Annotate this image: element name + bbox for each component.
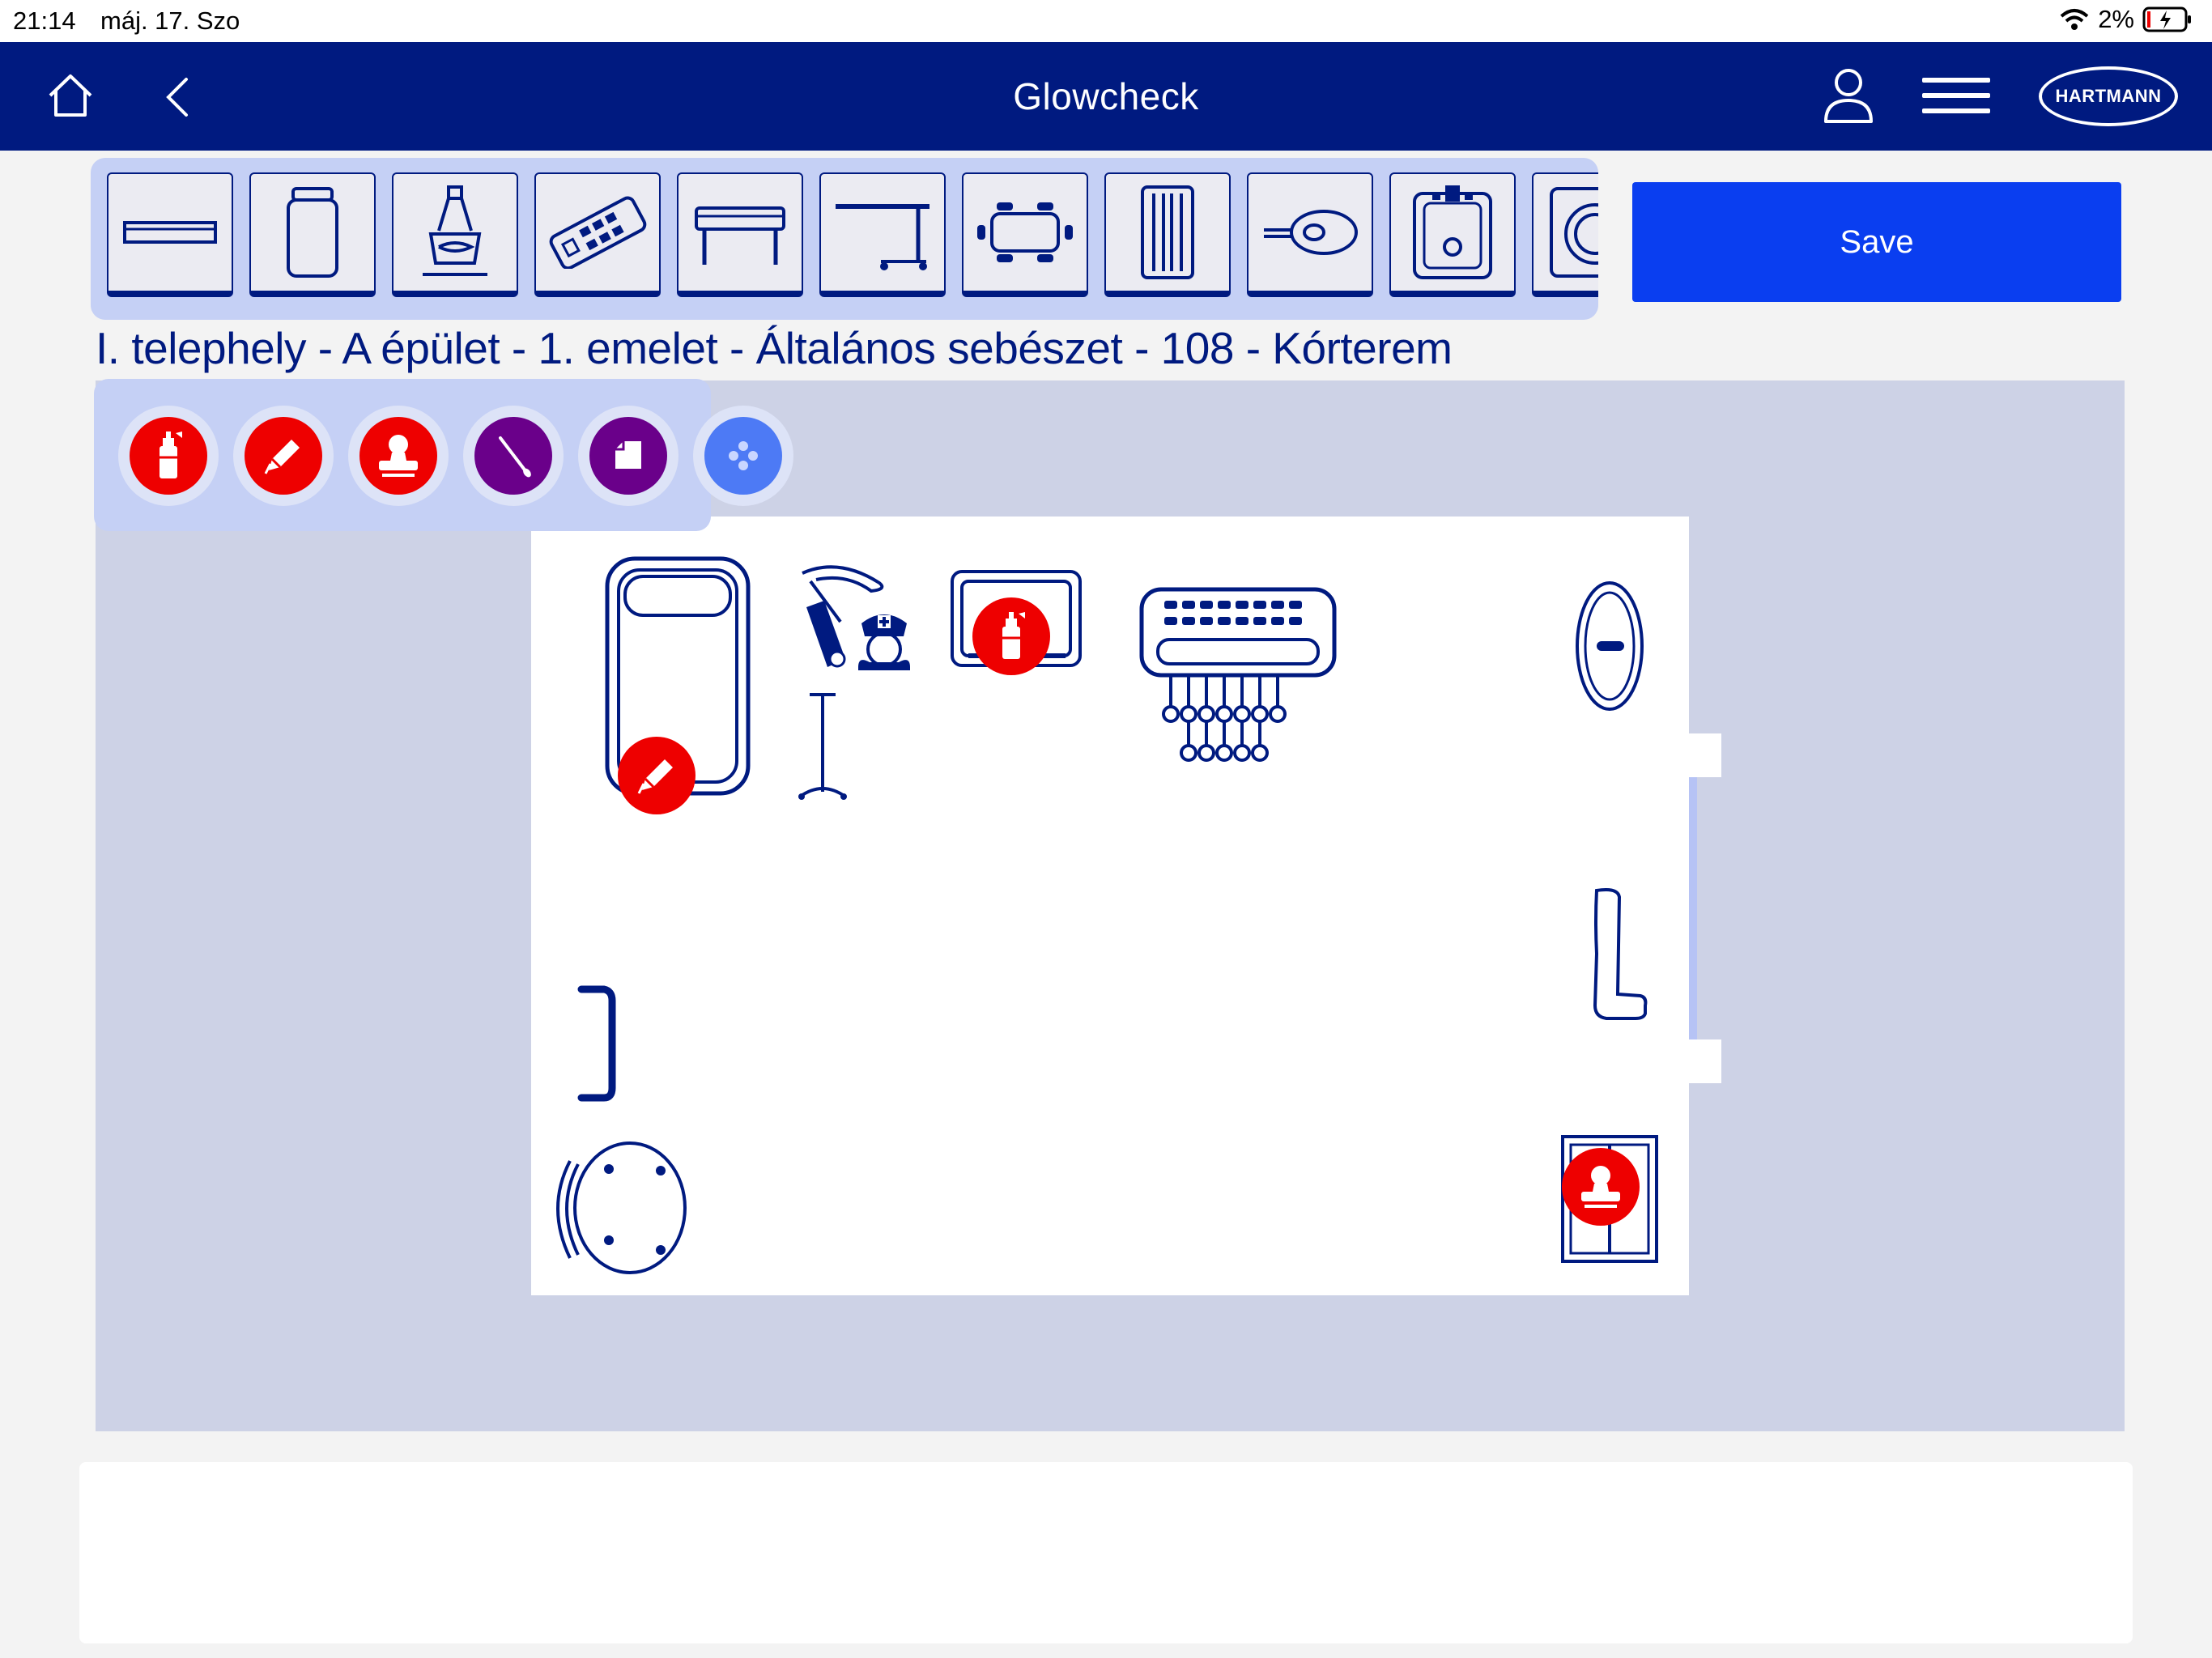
object-palette bbox=[91, 158, 1598, 320]
battery-charging-icon bbox=[2142, 6, 2191, 32]
location-breadcrumb: I. telephely - A épület - 1. emelet - Ál… bbox=[96, 323, 1453, 373]
status-time: 21:14 bbox=[13, 6, 76, 35]
pencil-icon bbox=[264, 440, 300, 474]
marker-pencil[interactable] bbox=[618, 737, 696, 814]
trolley-table-icon bbox=[836, 204, 929, 270]
room-objects bbox=[556, 556, 1658, 1274]
wifi-icon bbox=[2060, 9, 2089, 30]
mirror-object[interactable] bbox=[1576, 581, 1644, 711]
sink-icon bbox=[1413, 185, 1492, 279]
palette-item-bench[interactable] bbox=[677, 172, 803, 297]
iv-stand-object[interactable] bbox=[798, 693, 847, 800]
room-floor-plan[interactable] bbox=[531, 517, 1689, 1295]
swab-icon bbox=[499, 436, 531, 478]
pencil-icon bbox=[637, 759, 673, 794]
spray-icon bbox=[160, 432, 182, 478]
battery-percent: 2% bbox=[2098, 5, 2134, 33]
remote-control-icon bbox=[549, 196, 647, 269]
palette-item-washer[interactable] bbox=[1532, 172, 1598, 297]
palette-item-faucet[interactable] bbox=[392, 172, 518, 297]
palette-item-hand-dryer[interactable] bbox=[1247, 172, 1373, 297]
hand-dryer-icon bbox=[1264, 210, 1358, 255]
coat-rack-object[interactable] bbox=[1139, 587, 1337, 762]
lamp-object[interactable] bbox=[802, 565, 884, 668]
tool-more[interactable] bbox=[693, 406, 793, 506]
marker-spray[interactable] bbox=[972, 597, 1050, 675]
dots-icon bbox=[729, 441, 758, 470]
hartmann-logo: HARTMANN bbox=[2039, 66, 2178, 126]
palette-item-dining-table[interactable] bbox=[962, 172, 1088, 297]
armchair-object[interactable] bbox=[1593, 888, 1648, 1020]
status-indicators: 2% bbox=[2059, 5, 2193, 34]
tool-pencil[interactable] bbox=[233, 406, 334, 506]
palette-item-radiator[interactable] bbox=[1104, 172, 1231, 297]
stamp-icon bbox=[1581, 1166, 1620, 1208]
dining-table-icon bbox=[977, 202, 1073, 262]
bench-icon bbox=[695, 206, 785, 265]
palette-item-sink[interactable] bbox=[1389, 172, 1516, 297]
marker-stamp[interactable] bbox=[1562, 1148, 1640, 1226]
tool-panel bbox=[94, 379, 793, 531]
nurse-object[interactable] bbox=[858, 614, 910, 670]
container-icon bbox=[287, 187, 338, 278]
stamp-icon bbox=[379, 435, 418, 477]
status-bar: 21:14 máj. 17. Szo 2% bbox=[0, 0, 2212, 42]
shelf-icon bbox=[123, 221, 217, 244]
palette-item-shelf[interactable] bbox=[107, 172, 233, 297]
nav-bar: Glowcheck HARTMANN bbox=[0, 42, 2212, 151]
radiator-icon bbox=[1141, 185, 1194, 279]
status-date: máj. 17. Szo bbox=[100, 6, 240, 35]
save-button[interactable]: Save bbox=[1632, 182, 2121, 302]
round-table-object[interactable] bbox=[556, 1141, 687, 1274]
tool-spray[interactable] bbox=[118, 406, 219, 506]
details-panel bbox=[79, 1462, 2133, 1643]
tool-swab[interactable] bbox=[463, 406, 564, 506]
grab-bar-object[interactable] bbox=[577, 985, 616, 1102]
palette-item-remote[interactable] bbox=[534, 172, 661, 297]
faucet-icon bbox=[423, 185, 487, 276]
wipe-icon bbox=[615, 441, 641, 469]
washer-icon bbox=[1550, 187, 1598, 278]
palette-item-container[interactable] bbox=[249, 172, 376, 297]
app-title: Glowcheck bbox=[1013, 75, 1199, 117]
spray-icon bbox=[1002, 612, 1025, 659]
menu-icon[interactable] bbox=[1922, 76, 1990, 117]
tool-wipe[interactable] bbox=[578, 406, 678, 506]
palette-item-trolley-table[interactable] bbox=[819, 172, 946, 297]
user-icon[interactable] bbox=[1822, 66, 1875, 125]
tool-stamp[interactable] bbox=[348, 406, 449, 506]
